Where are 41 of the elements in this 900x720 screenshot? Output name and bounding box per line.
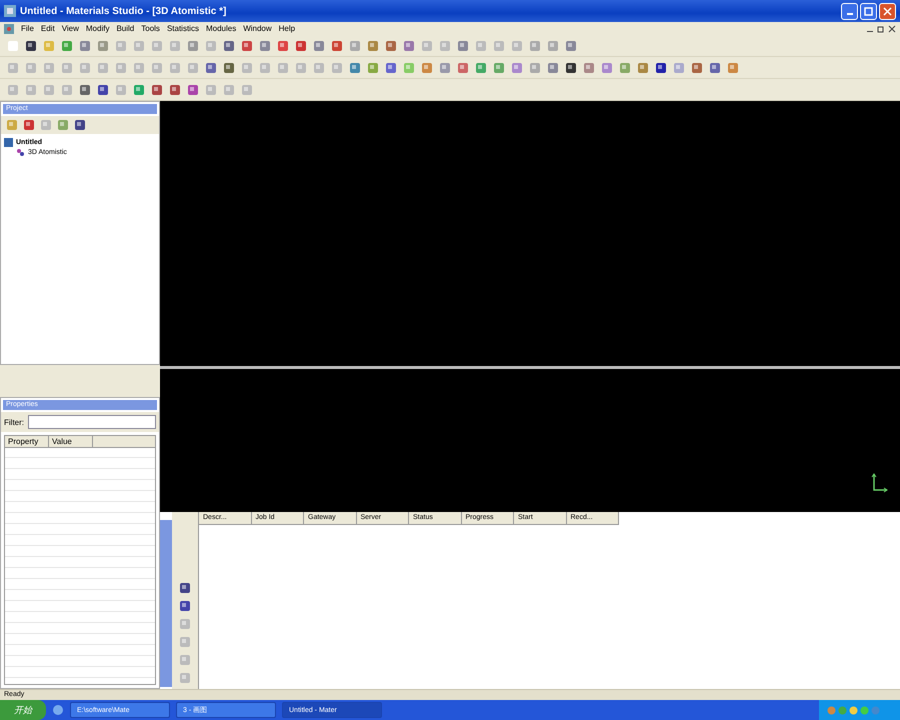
tool-icon[interactable]	[178, 599, 192, 613]
minimize-button[interactable]	[841, 2, 858, 20]
tool-icon[interactable]	[168, 82, 182, 96]
menu-item[interactable]: File	[21, 24, 34, 33]
menu-item[interactable]: Statistics	[166, 24, 199, 33]
close-icon	[883, 6, 892, 16]
molecule-icon	[16, 148, 25, 156]
app-icon	[4, 5, 16, 17]
project-icon	[4, 138, 13, 146]
axes-icon	[870, 472, 890, 494]
tool-icon[interactable]	[222, 38, 236, 52]
maximize-button[interactable]	[860, 2, 877, 20]
tool-icon[interactable]	[564, 60, 578, 74]
menu-item[interactable]: Window	[243, 24, 272, 33]
tool-icon[interactable]	[24, 38, 38, 52]
filter-dropdown[interactable]	[28, 415, 156, 429]
tool-icon[interactable]	[78, 82, 92, 96]
menu-item[interactable]: Tools	[141, 24, 160, 33]
menu-item[interactable]: Modules	[206, 24, 236, 33]
menu-item[interactable]: Edit	[40, 24, 55, 33]
minimize-icon	[846, 13, 852, 15]
column-header[interactable]: Value	[49, 436, 93, 447]
tool-icon[interactable]	[150, 82, 164, 96]
window-title: Untitled - Materials Studio - [3D Atomistic *]	[20, 6, 228, 16]
maximize-icon	[864, 6, 873, 16]
tool-icon[interactable]	[222, 60, 236, 74]
tool-icon[interactable]	[73, 118, 87, 132]
column-header[interactable]: Property	[5, 436, 49, 447]
menu-item[interactable]: Modify	[86, 24, 110, 33]
close-icon[interactable]	[888, 24, 896, 32]
tool-icon[interactable]	[178, 581, 192, 595]
tool-icon[interactable]	[96, 82, 110, 96]
menu-item[interactable]: Help	[278, 24, 296, 33]
menu-item[interactable]: View	[62, 24, 79, 33]
restore-icon[interactable]	[877, 24, 885, 32]
menu-item[interactable]: Build	[116, 24, 134, 33]
document-icon	[4, 24, 14, 34]
filter-label: Filter:	[4, 418, 24, 426]
close-button[interactable]	[879, 2, 896, 20]
tool-icon[interactable]	[654, 60, 668, 74]
start-button[interactable]: 开始	[0, 700, 46, 720]
